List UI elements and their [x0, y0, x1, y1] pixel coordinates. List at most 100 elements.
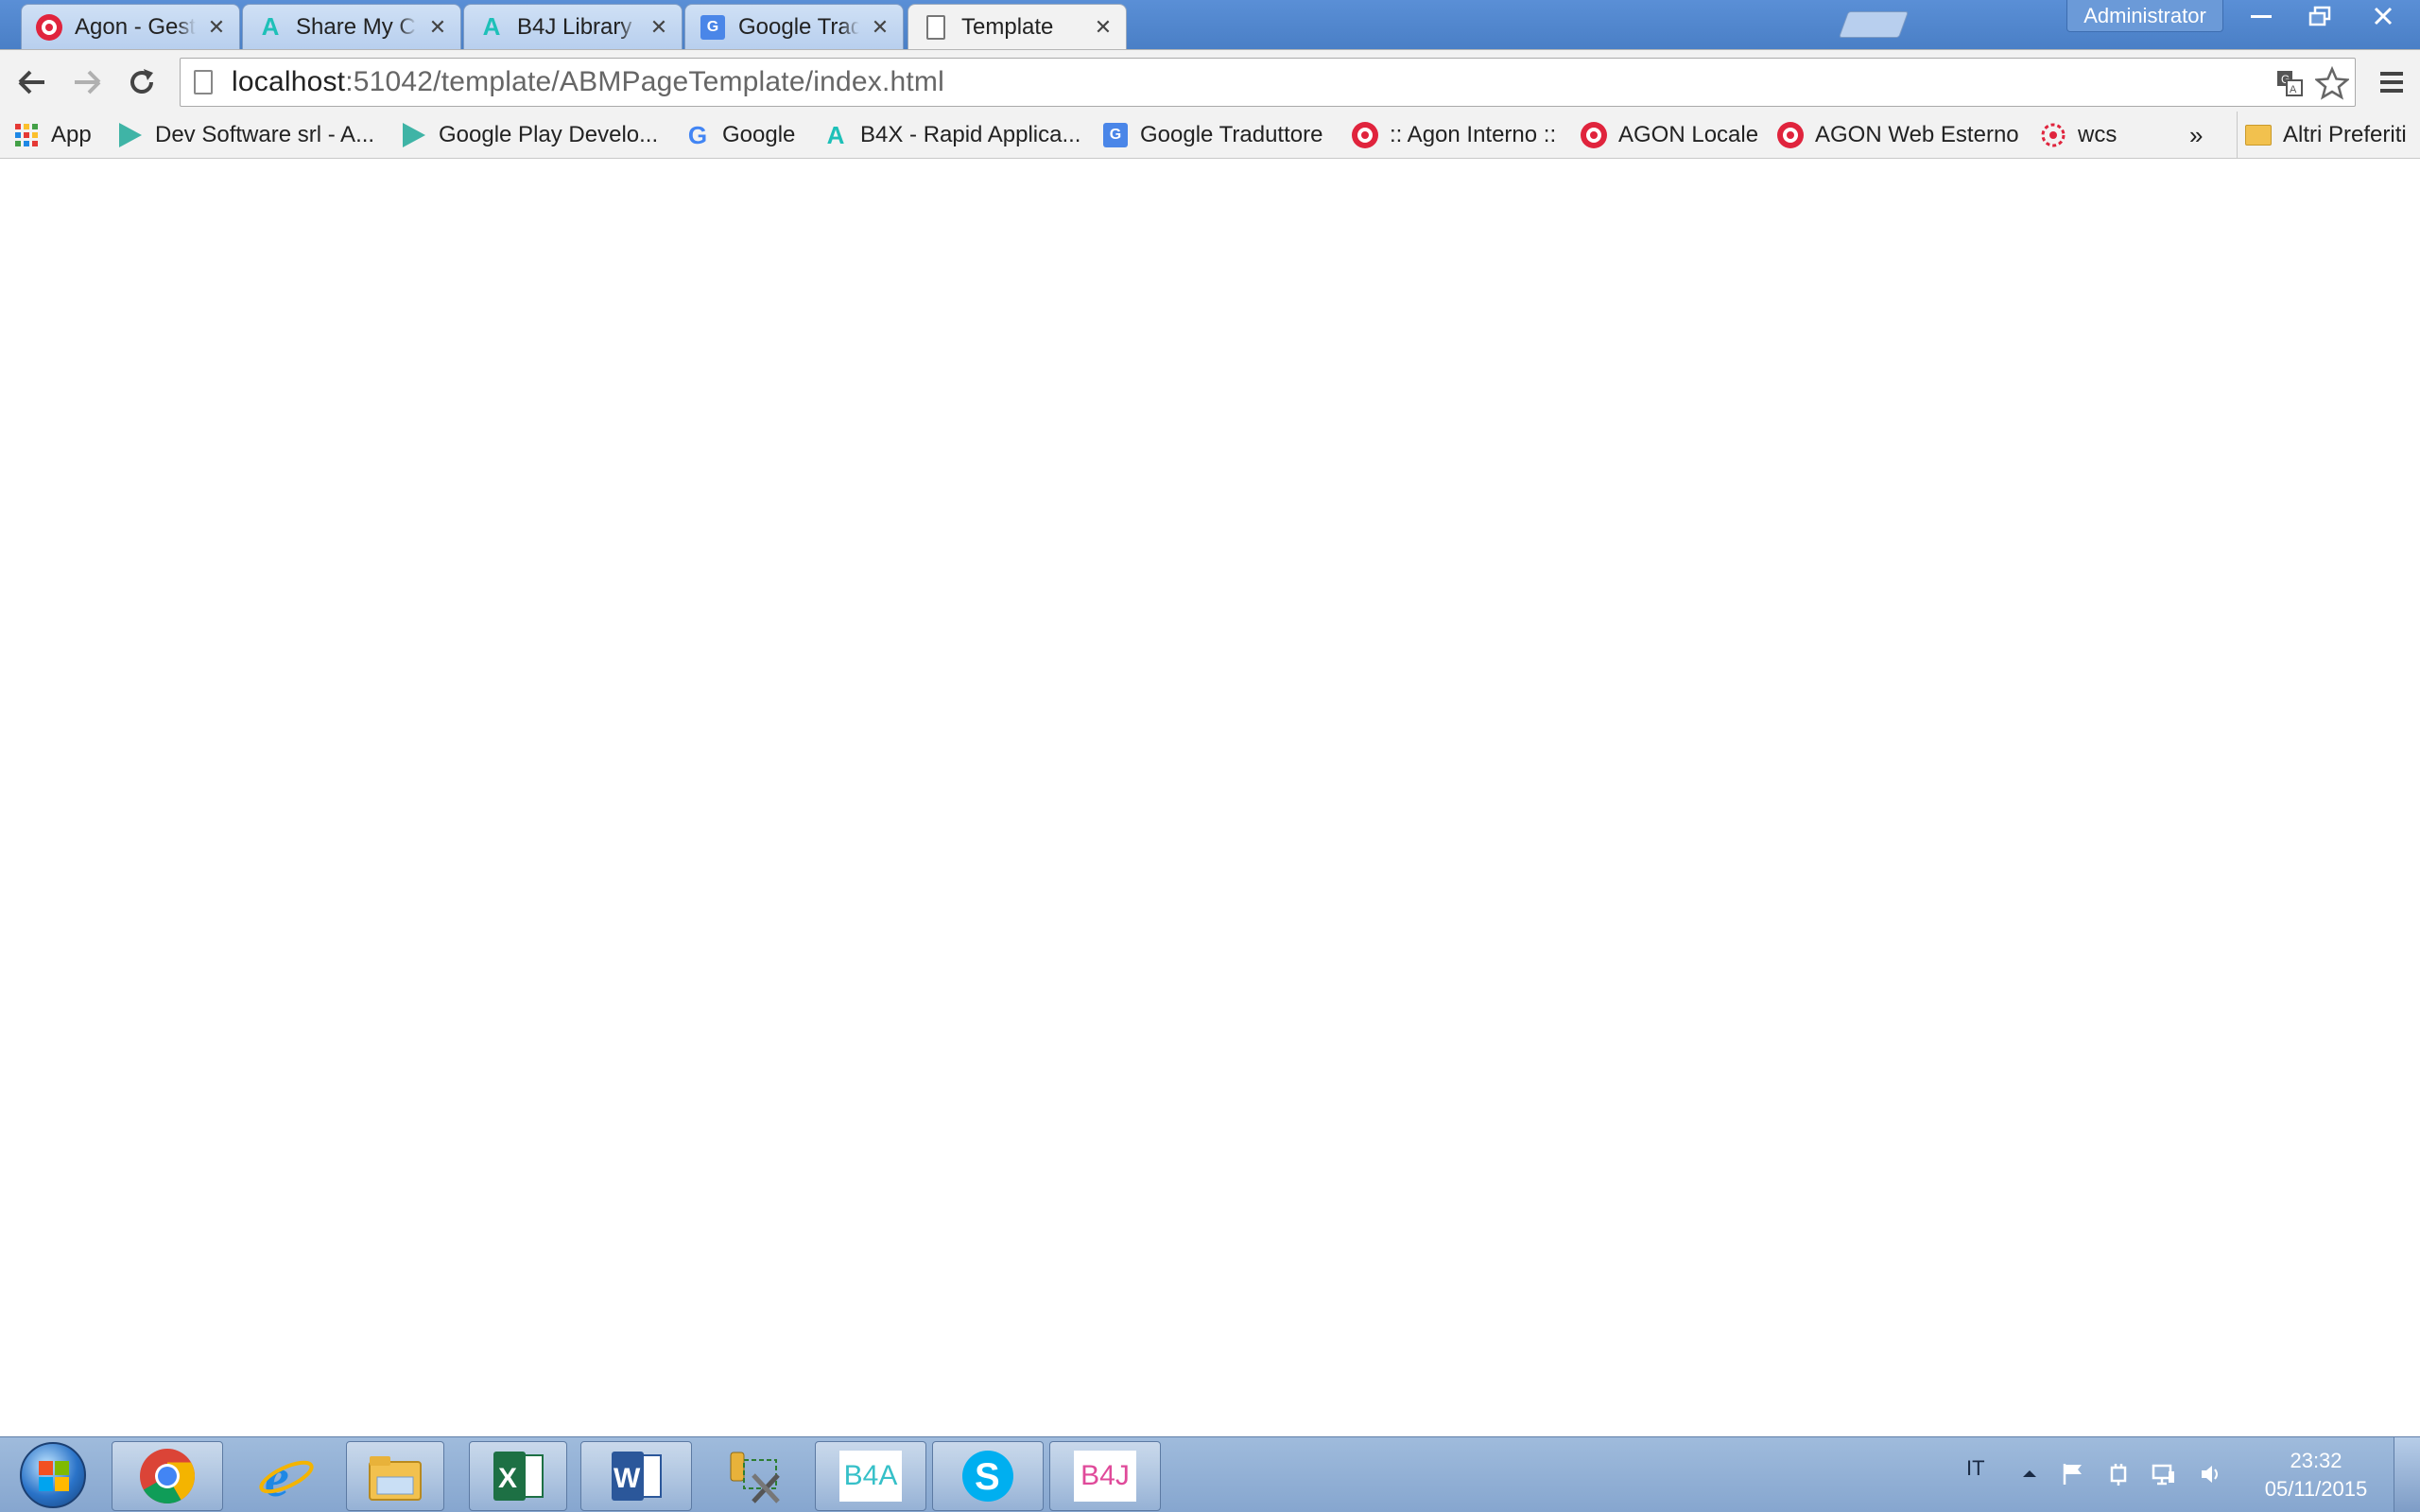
- taskbar-excel[interactable]: X: [469, 1441, 567, 1511]
- close-icon: [2374, 7, 2393, 26]
- google-translate-icon: G: [699, 13, 727, 42]
- bookmark-b4x[interactable]: A B4X - Rapid Applica...: [822, 112, 1081, 159]
- taskbar-b4a[interactable]: B4A: [815, 1441, 926, 1511]
- agon-icon: [1777, 122, 1804, 148]
- skype-icon: S: [962, 1451, 1013, 1502]
- tab-title: Agon - Gestionale Web: [75, 13, 196, 40]
- bookmark-star-icon[interactable]: [2313, 65, 2351, 105]
- url-text[interactable]: localhost:51042/template/ABMPageTemplate…: [232, 66, 944, 98]
- url-host: localhost: [232, 66, 346, 97]
- system-clock[interactable]: 23:32 05/11/2015: [2250, 1447, 2382, 1503]
- bookmark-label: App: [51, 122, 92, 147]
- bookmark-label: B4X - Rapid Applica...: [860, 122, 1081, 147]
- back-button[interactable]: [9, 60, 55, 105]
- tab-agon[interactable]: Agon - Gestionale Web ✕: [21, 4, 240, 49]
- tab-google-traduttore[interactable]: G Google Traduttore ✕: [684, 4, 904, 49]
- folder-icon: [369, 1456, 422, 1501]
- restore-icon: [2308, 6, 2331, 26]
- show-desktop-button[interactable]: [2394, 1437, 2420, 1512]
- google-play-icon: [401, 122, 427, 148]
- agon-icon: [1581, 122, 1607, 148]
- page-icon: [194, 70, 213, 94]
- new-tab-button[interactable]: [1838, 11, 1910, 38]
- taskbar-b4j[interactable]: B4J: [1049, 1441, 1161, 1511]
- taskbar-internet-explorer[interactable]: e: [231, 1441, 342, 1511]
- svg-text:A: A: [2290, 84, 2297, 95]
- bookmark-agon-web-esterno[interactable]: AGON Web Esterno: [1777, 112, 2019, 159]
- translate-icon[interactable]: GA: [2275, 69, 2304, 102]
- show-hidden-icons-button[interactable]: [2017, 1462, 2042, 1486]
- chrome-menu-button[interactable]: [2369, 60, 2414, 105]
- close-icon[interactable]: ✕: [869, 15, 891, 39]
- close-window-button[interactable]: [2350, 0, 2416, 32]
- url-path: :51042/template/ABMPageTemplate/index.ht…: [345, 66, 944, 97]
- bookmark-other-bookmarks[interactable]: Altri Preferiti: [2237, 112, 2407, 159]
- tab-b4j-library[interactable]: A B4J Library - ABMaterial Fr ✕: [463, 4, 683, 49]
- minimize-button[interactable]: [2233, 0, 2290, 32]
- agon-icon: [1352, 122, 1378, 148]
- google-play-icon: [117, 122, 144, 148]
- bookmark-dev-software[interactable]: Dev Software srl - A...: [117, 112, 374, 159]
- close-icon[interactable]: ✕: [426, 15, 449, 39]
- apps-grid-icon: [13, 122, 40, 148]
- tab-strip: Agon - Gestionale Web ✕ A Share My Creat…: [0, 0, 2420, 49]
- word-icon: W: [612, 1452, 662, 1501]
- svg-text:W: W: [614, 1463, 641, 1494]
- tab-title: Template: [961, 13, 1054, 40]
- tab-title: Google Traduttore: [738, 13, 859, 40]
- minimize-icon: [2251, 15, 2272, 18]
- tab-template[interactable]: Template ✕: [908, 4, 1127, 49]
- excel-icon: X: [493, 1452, 544, 1501]
- bookmark-google-traduttore[interactable]: G Google Traduttore: [1102, 112, 1322, 159]
- bookmark-agon-interno[interactable]: :: Agon Interno ::: [1352, 112, 1556, 159]
- forward-button[interactable]: [64, 60, 110, 105]
- bookmark-google-play-developer[interactable]: Google Play Develo...: [401, 112, 658, 159]
- address-bar[interactable]: localhost:51042/template/ABMPageTemplate…: [180, 58, 2356, 107]
- b4j-icon: B4J: [1074, 1451, 1136, 1502]
- chevron-double-right-icon: »: [2189, 120, 2204, 149]
- network-icon[interactable]: [2152, 1462, 2176, 1486]
- bookmark-label: Google: [722, 122, 796, 147]
- volume-icon[interactable]: [2199, 1462, 2223, 1486]
- windows-logo-icon: [20, 1442, 86, 1508]
- close-icon[interactable]: ✕: [205, 15, 228, 39]
- tools-icon: [730, 1452, 780, 1503]
- svg-text:X: X: [498, 1463, 517, 1494]
- restore-button[interactable]: [2291, 0, 2348, 32]
- close-icon[interactable]: ✕: [1092, 15, 1115, 39]
- clock-date: 05/11/2015: [2264, 1477, 2368, 1501]
- taskbar-chrome[interactable]: [112, 1441, 223, 1511]
- chrome-icon: [140, 1449, 195, 1503]
- taskbar-file-explorer[interactable]: [346, 1441, 444, 1511]
- ie-icon: e: [259, 1447, 314, 1505]
- arrow-right-icon: [75, 70, 101, 94]
- language-indicator[interactable]: IT: [1966, 1456, 1985, 1481]
- start-button[interactable]: [9, 1441, 96, 1509]
- bookmark-agon-locale[interactable]: AGON Locale: [1581, 112, 1758, 159]
- tab-share-my-creation[interactable]: A Share My Creation - [Beta ✕: [242, 4, 461, 49]
- b4x-a-icon: A: [482, 12, 501, 41]
- reload-button[interactable]: [119, 60, 164, 105]
- taskbar-skype[interactable]: S: [932, 1441, 1044, 1511]
- agon-icon: [35, 13, 63, 42]
- hamburger-menu-icon: [2380, 72, 2403, 93]
- bookmark-apps[interactable]: App: [13, 112, 92, 159]
- bookmark-wcs[interactable]: wcs: [2040, 112, 2117, 159]
- page-content: [0, 160, 2420, 1436]
- arrow-left-icon: [18, 70, 44, 94]
- close-icon[interactable]: ✕: [648, 15, 670, 39]
- windows-taskbar: e X W B4A S B4J IT 23:32 05/11/2015: [0, 1436, 2420, 1512]
- user-profile-button[interactable]: Administrator: [2066, 0, 2223, 32]
- bookmarks-overflow-button[interactable]: »: [2189, 112, 2203, 159]
- power-plug-icon[interactable]: [2106, 1462, 2131, 1486]
- b4x-a-icon: A: [826, 120, 845, 149]
- wcs-icon: [2040, 122, 2066, 148]
- bookmark-google[interactable]: G Google: [684, 112, 796, 159]
- taskbar-word[interactable]: W: [580, 1441, 692, 1511]
- tab-title: Share My Creation - [Beta: [296, 13, 417, 40]
- taskbar-tools[interactable]: [703, 1441, 807, 1511]
- google-g-icon: G: [687, 120, 708, 149]
- clock-time: 23:32: [2290, 1449, 2342, 1472]
- tab-title: B4J Library - ABMaterial Fr: [517, 13, 638, 40]
- action-center-flag-icon[interactable]: [2061, 1462, 2085, 1486]
